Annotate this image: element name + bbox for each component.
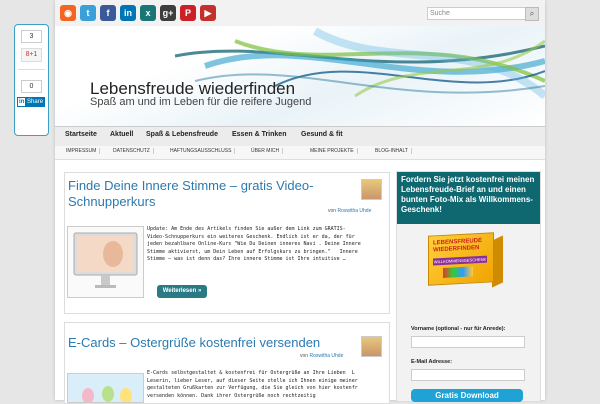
post-excerpt: E-Cards selbstgestaltet & kostenfrei für… (147, 370, 358, 399)
subnav-item-datenschutz[interactable]: DATENSCHUTZ (110, 148, 154, 154)
post-title-line[interactable]: Finde Deine Innere Stimme – gratis Video… (68, 178, 313, 193)
post-title-line[interactable]: Schnupperkurs (68, 194, 155, 209)
nav-item-startseite[interactable]: Startseite (65, 131, 97, 138)
post-card: Finde Deine Innere Stimme – gratis Video… (64, 172, 390, 314)
download-button[interactable]: Gratis Download (411, 389, 523, 402)
author-avatar (361, 336, 382, 357)
twitter-icon[interactable]: t (80, 5, 96, 21)
product-box-title: LEBENSFREUDE WIEDERFINDEN (433, 238, 482, 255)
email-label: E-Mail Adresse: (411, 359, 453, 365)
facebook-icon[interactable]: f (100, 5, 116, 21)
post-byline: von Roswitha Uhde (328, 208, 371, 214)
subnav-item-meine-projekte[interactable]: MEINE PROJEKTE (307, 148, 358, 154)
author-link[interactable]: Roswitha Uhde (337, 208, 371, 214)
first-name-input[interactable] (411, 336, 525, 348)
xing-icon[interactable]: x (140, 5, 156, 21)
product-box-title-line: WIEDERFINDEN (433, 245, 480, 254)
site-header: Lebensfreude wiederfinden Spaß am und im… (55, 26, 545, 126)
secondary-nav: IMPRESSUM DATENSCHUTZ HAFTUNGSAUSSCHLUSS… (55, 146, 545, 160)
post-card: E-Cards – Ostergrüße kostenfrei versende… (64, 322, 390, 404)
linkedin-share-button[interactable]: in Share (17, 97, 45, 107)
author-link[interactable]: Roswitha Uhde (309, 353, 343, 359)
byline-prefix: von (328, 208, 337, 214)
sidebar-optin: Fordern Sie jetzt kostenfrei meinen Lebe… (396, 171, 541, 402)
subnav-item-ueber-mich[interactable]: ÜBER MICH (248, 148, 284, 154)
divider (18, 69, 45, 70)
author-avatar (361, 179, 382, 200)
byline-prefix: von (300, 353, 309, 359)
subnav-item-impressum[interactable]: IMPRESSUM (63, 148, 101, 154)
nav-item-spass-lebensfreude[interactable]: Spaß & Lebensfreude (146, 131, 218, 138)
social-share-widget: 3 8+1 0 in Share (14, 24, 49, 136)
email-input[interactable] (411, 369, 525, 381)
photo-mix-strip (443, 266, 473, 278)
nav-item-aktuell[interactable]: Aktuell (110, 131, 133, 138)
easter-card-image (68, 374, 143, 402)
top-bar: ◉ t f in x g+ P ▶ Suche ⌕ (55, 0, 545, 27)
imac-image (73, 232, 138, 288)
gplus-count: 3 (21, 30, 42, 43)
linkedin-icon: in (18, 98, 26, 106)
page: ◉ t f in x g+ P ▶ Suche ⌕ Lebensfreude wiederfi… (55, 0, 545, 404)
post-thumbnail[interactable] (67, 373, 144, 403)
first-name-label: Vorname (optional - nur für Anrede): (411, 326, 506, 332)
product-box-image: LEBENSFREUDE WIEDERFINDEN WILLKOMMENSGES… (428, 232, 494, 286)
post-title[interactable]: E-Cards – Ostergrüße kostenfrei versende… (68, 335, 320, 351)
promo-text: Fordern Sie jetzt kostenfrei meinen Lebe… (397, 172, 540, 224)
main-nav: Startseite Aktuell Spaß & Lebensfreude E… (55, 126, 545, 147)
googleplus-icon[interactable]: g+ (160, 5, 176, 21)
post-excerpt: Update: Am Ende des Artikels finden Sie … (147, 226, 361, 262)
linkedin-share-label: Share (27, 99, 44, 105)
subnav-item-haftungsausschluss[interactable]: HAFTUNGSAUSSCHLUSS (167, 148, 236, 154)
gplus-button[interactable]: 8+1 (21, 48, 42, 62)
post-byline: von Roswitha Uhde (300, 353, 343, 359)
pinterest-icon[interactable]: P (180, 5, 196, 21)
nav-item-gesund-fit[interactable]: Gesund & fit (301, 131, 343, 138)
search-button[interactable]: ⌕ (525, 7, 539, 21)
post-thumbnail[interactable] (67, 226, 144, 298)
subnav-item-blog-inhalt[interactable]: BLOG-INHALT (372, 148, 412, 154)
rss-icon[interactable]: ◉ (60, 5, 76, 21)
post-title[interactable]: Finde Deine Innere Stimme – gratis Video… (68, 178, 313, 210)
read-more-button[interactable]: Weiterlesen » (157, 285, 207, 298)
search-input[interactable]: Suche (427, 7, 527, 20)
product-box-subtitle: WILLKOMMENSGESCHENK (433, 255, 487, 266)
site-tagline: Spaß am und im Leben für die reifere Jug… (90, 96, 312, 108)
youtube-icon[interactable]: ▶ (200, 5, 216, 21)
nav-item-essen-trinken[interactable]: Essen & Trinken (232, 131, 286, 138)
linkedin-icon[interactable]: in (120, 5, 136, 21)
header-swirl-graphic (174, 27, 545, 100)
linkedin-count: 0 (21, 80, 42, 93)
